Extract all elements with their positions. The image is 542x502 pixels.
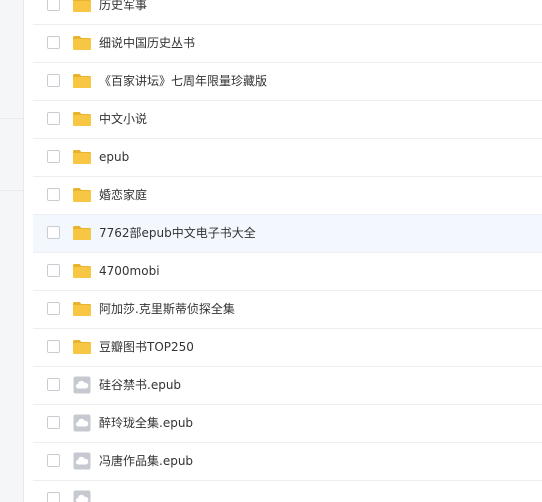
sidebar-divider <box>0 190 23 191</box>
file-name-link[interactable]: 中文小说 <box>99 101 147 138</box>
file-manager-viewport: 历史军事 细说中国历史丛书 《百家讲坛》七周年限量珍藏版 中文小说 epub 婚恋家庭 77… <box>0 0 542 502</box>
file-row[interactable]: 硅谷禁书.epub <box>33 367 542 405</box>
row-checkbox[interactable] <box>47 340 60 353</box>
file-row[interactable]: 历史军事 <box>33 0 542 25</box>
row-checkbox[interactable] <box>47 454 60 467</box>
file-name-link[interactable]: 细说中国历史丛书 <box>99 25 195 62</box>
file-name-link[interactable]: 阿加莎.克里斯蒂侦探全集 <box>99 291 235 328</box>
cloud-file-icon <box>72 451 92 471</box>
cloud-file-icon <box>72 375 92 395</box>
left-sidebar-panel <box>0 0 24 502</box>
file-name-link[interactable]: 硅谷禁书.epub <box>99 367 181 404</box>
file-name-link[interactable]: 醉玲珑全集.epub <box>99 405 193 442</box>
file-list: 历史军事 细说中国历史丛书 《百家讲坛》七周年限量珍藏版 中文小说 epub 婚恋家庭 77… <box>33 0 542 502</box>
row-checkbox[interactable] <box>47 416 60 429</box>
folder-icon <box>72 185 92 205</box>
folder-icon <box>72 261 92 281</box>
folder-icon <box>72 71 92 91</box>
cloud-file-icon <box>72 413 92 433</box>
file-row[interactable]: 细说中国历史丛书 <box>33 25 542 63</box>
file-row[interactable]: 冯唐作品集.epub <box>33 443 542 481</box>
file-row[interactable]: epub <box>33 139 542 177</box>
file-row[interactable]: 4700mobi <box>33 253 542 291</box>
file-row[interactable] <box>33 481 542 502</box>
row-checkbox[interactable] <box>47 74 60 87</box>
file-name-link[interactable]: 7762部epub中文电子书大全 <box>99 215 256 252</box>
row-checkbox[interactable] <box>47 36 60 49</box>
file-name-link[interactable]: 冯唐作品集.epub <box>99 443 193 480</box>
row-checkbox[interactable] <box>47 0 60 11</box>
file-row[interactable]: 中文小说 <box>33 101 542 139</box>
row-checkbox[interactable] <box>47 378 60 391</box>
row-checkbox[interactable] <box>47 302 60 315</box>
file-name-link[interactable]: 历史军事 <box>99 0 147 24</box>
folder-icon <box>72 147 92 167</box>
file-row[interactable]: 《百家讲坛》七周年限量珍藏版 <box>33 63 542 101</box>
file-name-link[interactable]: 豆瓣图书TOP250 <box>99 329 194 366</box>
file-row[interactable]: 阿加莎.克里斯蒂侦探全集 <box>33 291 542 329</box>
folder-icon <box>72 337 92 357</box>
folder-icon <box>72 223 92 243</box>
file-name-link[interactable]: 婚恋家庭 <box>99 177 147 214</box>
row-checkbox[interactable] <box>47 188 60 201</box>
file-row[interactable]: 婚恋家庭 <box>33 177 542 215</box>
file-row[interactable]: 7762部epub中文电子书大全 <box>33 215 542 253</box>
file-row[interactable]: 醉玲珑全集.epub <box>33 405 542 443</box>
sidebar-divider <box>0 118 23 119</box>
row-checkbox[interactable] <box>47 150 60 163</box>
row-checkbox[interactable] <box>47 226 60 239</box>
file-name-link[interactable]: 《百家讲坛》七周年限量珍藏版 <box>99 63 267 100</box>
cloud-file-icon <box>72 489 92 502</box>
row-checkbox[interactable] <box>47 264 60 277</box>
row-checkbox[interactable] <box>47 112 60 125</box>
file-row[interactable]: 豆瓣图书TOP250 <box>33 329 542 367</box>
file-name-link[interactable]: epub <box>99 139 129 176</box>
folder-icon <box>72 0 92 15</box>
folder-icon <box>72 109 92 129</box>
row-checkbox[interactable] <box>47 492 60 502</box>
folder-icon <box>72 299 92 319</box>
file-name-link[interactable]: 4700mobi <box>99 253 160 290</box>
folder-icon <box>72 33 92 53</box>
